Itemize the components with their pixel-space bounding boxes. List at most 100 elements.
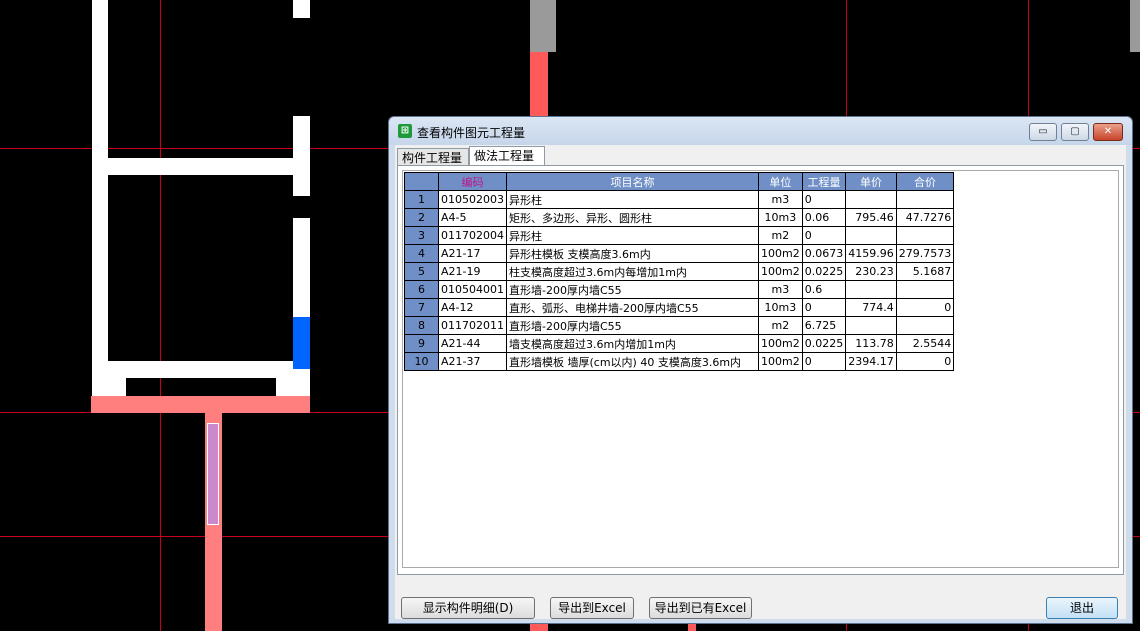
unit-price-cell[interactable] (845, 280, 897, 299)
export-excel-button[interactable]: 导出到Excel (550, 597, 634, 619)
table-row[interactable]: 5 A21-19 柱支模高度超过3.6m内每增加1m内 100m2 0.0225 230.… (404, 262, 955, 281)
gray-element[interactable] (1130, 0, 1140, 52)
unit-cell[interactable]: m3 (758, 280, 803, 299)
code-cell[interactable]: A21-44 (438, 334, 507, 353)
quantity-cell[interactable]: 0.6 (801, 280, 847, 299)
gray-element[interactable] (530, 0, 556, 52)
export-existing-excel-button[interactable]: 导出到已有Excel (649, 597, 752, 619)
column-header-code[interactable]: 编码 (438, 172, 507, 191)
quantity-cell[interactable]: 0.06 (801, 208, 847, 227)
quantity-cell[interactable]: 6.725 (801, 316, 847, 335)
unit-price-cell[interactable]: 4159.96 (845, 244, 897, 263)
row-number[interactable]: 7 (404, 298, 439, 317)
wall[interactable] (108, 158, 293, 175)
unit-cell[interactable]: 100m2 (758, 262, 803, 281)
column-header-unit[interactable]: 单位 (758, 172, 803, 191)
exit-button[interactable]: 退出 (1046, 597, 1118, 619)
quantity-cell[interactable]: 0 (801, 226, 847, 245)
minimize-button[interactable]: ▭ (1029, 123, 1057, 141)
table-row[interactable]: 2 A4-5 矩形、多边形、异形、圆形柱 10m3 0.06 795.46 47.7276 (404, 208, 955, 227)
unit-cell[interactable]: 100m2 (758, 352, 803, 371)
total-cell[interactable] (895, 190, 955, 209)
table-row[interactable]: 6 010504001 直形墙-200厚内墙C55 m3 0.6 (404, 280, 955, 299)
quantity-grid[interactable]: 编码 项目名称 单位 工程量 单价 合价 1 010502003 异形柱 m3 0 2 A4… (402, 170, 1119, 568)
unit-price-cell[interactable]: 795.46 (845, 208, 897, 227)
unit-price-cell[interactable]: 774.4 (845, 298, 897, 317)
unit-cell[interactable]: 10m3 (758, 298, 803, 317)
unit-price-cell[interactable]: 230.23 (845, 262, 897, 281)
tab-method-quantity[interactable]: 做法工程量 (469, 146, 545, 167)
quantity-cell[interactable]: 0.0673 (801, 244, 847, 263)
tab-component-quantity[interactable]: 构件工程量 (397, 148, 469, 166)
red-column[interactable] (688, 624, 696, 631)
item-name-cell[interactable]: 直形墙-200厚内墙C55 (506, 316, 759, 335)
column-header-unit-price[interactable]: 单价 (845, 172, 897, 191)
code-cell[interactable]: A4-5 (438, 208, 507, 227)
code-cell[interactable]: A4-12 (438, 298, 507, 317)
item-name-cell[interactable]: 直形墙-200厚内墙C55 (506, 280, 759, 299)
table-row[interactable]: 3 011702004 异形柱 m2 0 (404, 226, 955, 245)
row-number[interactable]: 6 (404, 280, 439, 299)
total-cell[interactable]: 0 (895, 352, 955, 371)
unit-cell[interactable]: 10m3 (758, 208, 803, 227)
code-cell[interactable]: 011702011 (438, 316, 507, 335)
table-row[interactable]: 1 010502003 异形柱 m3 0 (404, 190, 955, 209)
beam-horizontal[interactable] (91, 396, 310, 413)
quantity-cell[interactable]: 0 (801, 352, 847, 371)
unit-price-cell[interactable]: 2394.17 (845, 352, 897, 371)
item-name-cell[interactable]: 矩形、多边形、异形、圆形柱 (506, 208, 759, 227)
total-cell[interactable]: 5.1687 (895, 262, 955, 281)
unit-price-cell[interactable] (845, 226, 897, 245)
row-number[interactable]: 5 (404, 262, 439, 281)
row-number[interactable]: 10 (404, 352, 439, 371)
total-cell[interactable] (895, 280, 955, 299)
item-name-cell[interactable]: 柱支模高度超过3.6m内每增加1m内 (506, 262, 759, 281)
wall[interactable] (92, 0, 108, 396)
wall[interactable] (293, 0, 310, 18)
red-column[interactable] (530, 52, 548, 118)
unit-price-cell[interactable] (845, 316, 897, 335)
quantity-cell[interactable]: 0.0225 (801, 334, 847, 353)
title-bar[interactable]: ⊞ 查看构件图元工程量 ▭ ▢ ✕ (389, 117, 1132, 145)
maximize-button[interactable]: ▢ (1061, 123, 1089, 141)
table-row[interactable]: 8 011702011 直形墙-200厚内墙C55 m2 6.725 (404, 316, 955, 335)
column-header-total[interactable]: 合价 (895, 172, 955, 191)
code-cell[interactable]: 011702004 (438, 226, 507, 245)
item-name-cell[interactable]: 异形柱 (506, 190, 759, 209)
total-cell[interactable]: 0 (895, 298, 955, 317)
total-cell[interactable] (895, 226, 955, 245)
table-row[interactable]: 7 A4-12 直形、弧形、电梯井墙-200厚内墙C55 10m3 0 774.4 0 (404, 298, 955, 317)
column-header-name[interactable]: 项目名称 (506, 172, 759, 191)
code-cell[interactable]: A21-19 (438, 262, 507, 281)
blue-element[interactable] (293, 317, 310, 369)
quantity-cell[interactable]: 0.0225 (801, 262, 847, 281)
total-cell[interactable]: 279.7573 (895, 244, 955, 263)
item-name-cell[interactable]: 直形墙模板 墙厚(cm以内) 40 支模高度3.6m内 (506, 352, 759, 371)
unit-cell[interactable]: 100m2 (758, 244, 803, 263)
corner-cell[interactable] (404, 172, 439, 191)
unit-price-cell[interactable] (845, 190, 897, 209)
quantity-cell[interactable]: 0 (801, 190, 847, 209)
code-cell[interactable]: A21-37 (438, 352, 507, 371)
row-number[interactable]: 3 (404, 226, 439, 245)
quantity-cell[interactable]: 0 (801, 298, 847, 317)
code-cell[interactable]: 010502003 (438, 190, 507, 209)
red-column[interactable] (530, 624, 548, 631)
total-cell[interactable]: 47.7276 (895, 208, 955, 227)
total-cell[interactable] (895, 316, 955, 335)
wall[interactable] (276, 378, 293, 396)
table-row[interactable]: 4 A21-17 异形柱模板 支模高度3.6m内 100m2 0.0673 4159.96… (404, 244, 955, 263)
code-cell[interactable]: 010504001 (438, 280, 507, 299)
item-name-cell[interactable]: 墙支模高度超过3.6m内增加1m内 (506, 334, 759, 353)
row-number[interactable]: 1 (404, 190, 439, 209)
close-button[interactable]: ✕ (1093, 123, 1123, 141)
unit-cell[interactable]: 100m2 (758, 334, 803, 353)
wall[interactable] (108, 361, 293, 378)
row-number[interactable]: 9 (404, 334, 439, 353)
show-detail-button[interactable]: 显示构件明细(D) (401, 597, 535, 619)
unit-cell[interactable]: m2 (758, 226, 803, 245)
selected-element[interactable] (207, 423, 219, 525)
unit-cell[interactable]: m2 (758, 316, 803, 335)
unit-cell[interactable]: m3 (758, 190, 803, 209)
row-number[interactable]: 8 (404, 316, 439, 335)
